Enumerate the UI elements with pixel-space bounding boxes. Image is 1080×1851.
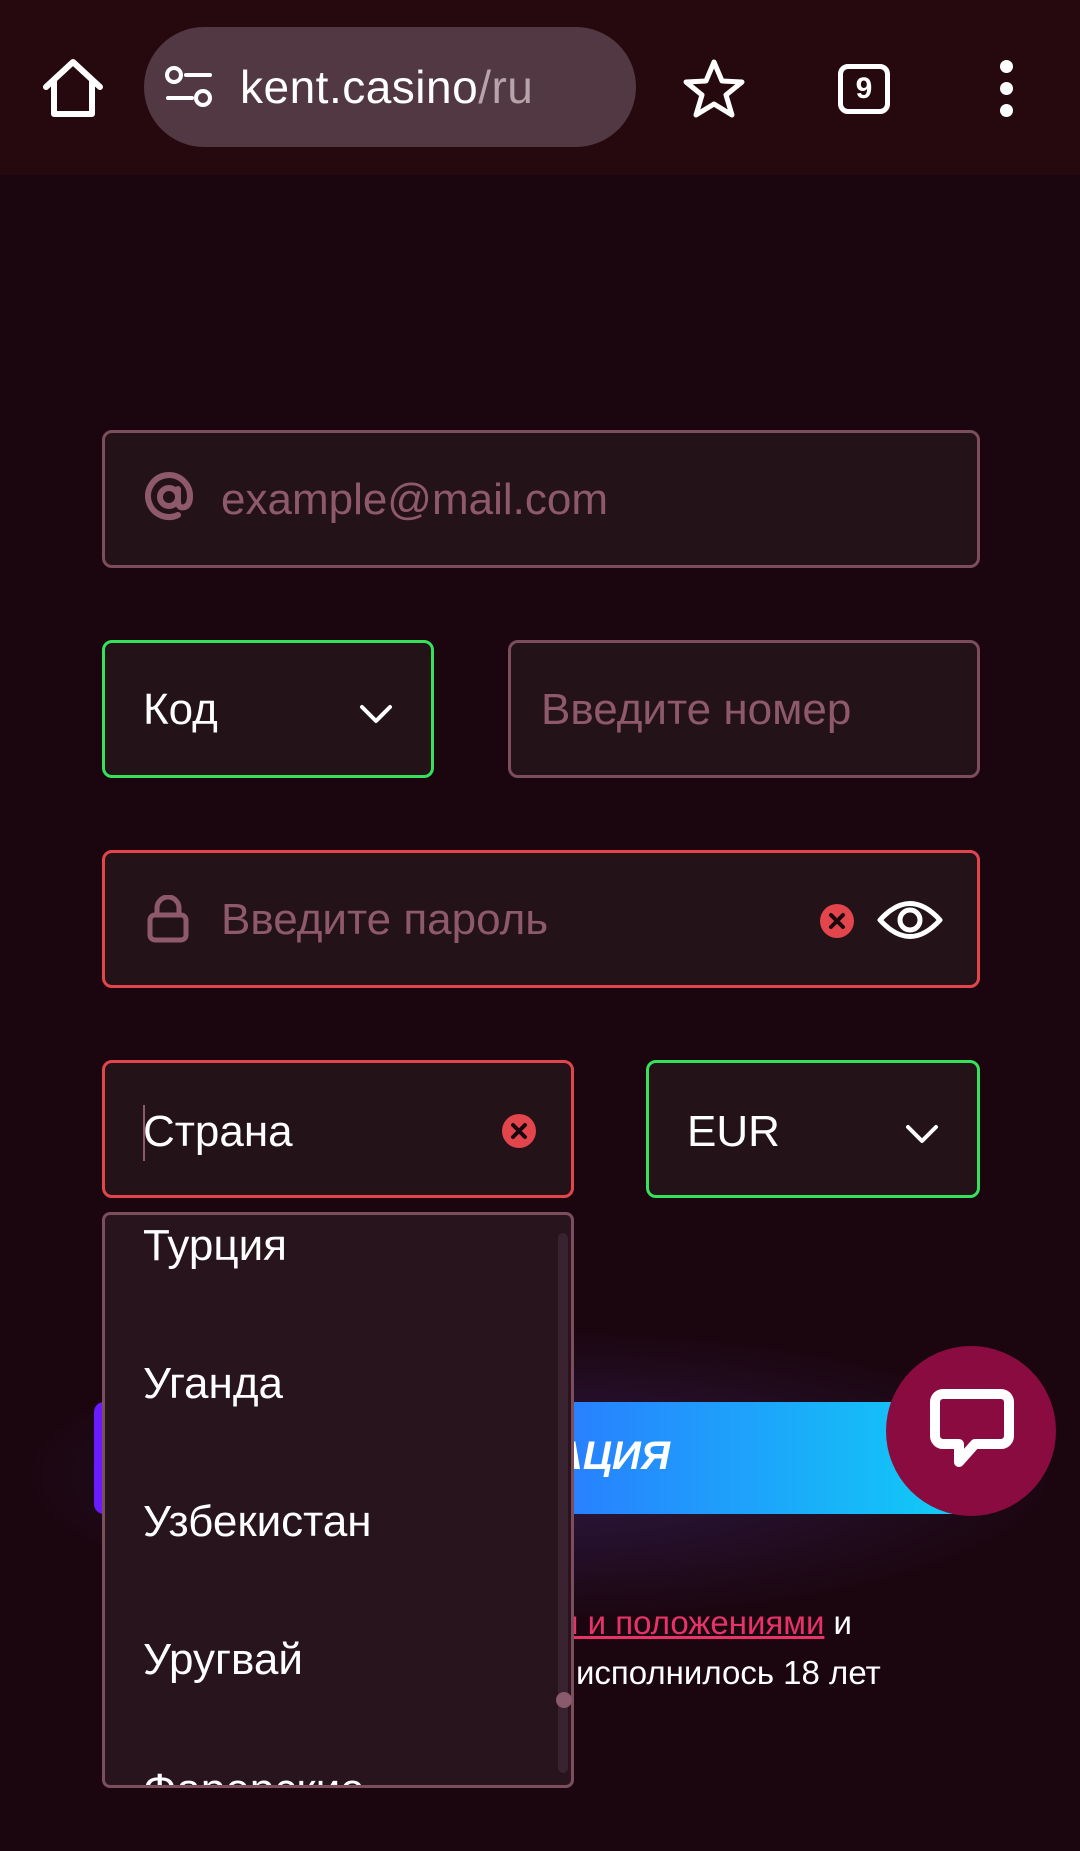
url-path: /ru: [478, 61, 534, 113]
tab-switcher-button[interactable]: 9: [838, 64, 890, 114]
country-option[interactable]: Турция: [143, 1221, 287, 1271]
currency-value: EUR: [687, 1107, 780, 1156]
at-sign-icon: [145, 471, 194, 528]
country-dropdown[interactable]: Турция Уганда Узбекистан Уругвай Фарерск…: [102, 1212, 574, 1788]
terms-text: и и положениями и: [560, 1604, 852, 1642]
chat-bubble-icon: [930, 1389, 1014, 1467]
scrollbar-thumb[interactable]: [556, 1692, 572, 1708]
password-placeholder: Введите пароль: [221, 895, 549, 944]
email-placeholder: example@mail.com: [221, 475, 608, 524]
live-chat-button[interactable]: [886, 1346, 1056, 1516]
phone-placeholder: Введите номер: [541, 685, 852, 734]
url-host: kent.casino: [240, 61, 479, 113]
clear-error-icon[interactable]: [819, 903, 855, 939]
phone-code-label: Код: [143, 685, 218, 734]
clear-country-icon[interactable]: [501, 1113, 537, 1149]
overflow-menu-icon[interactable]: [995, 60, 1019, 118]
phone-code-select[interactable]: Код: [102, 640, 434, 778]
country-value: Страна: [143, 1107, 293, 1156]
email-field[interactable]: example@mail.com: [102, 430, 980, 568]
currency-select[interactable]: EUR: [646, 1060, 980, 1198]
country-option[interactable]: Узбекистан: [143, 1497, 372, 1547]
country-input[interactable]: Страна: [102, 1060, 574, 1198]
chevron-down-icon: [360, 705, 392, 723]
password-field[interactable]: Введите пароль: [102, 850, 980, 988]
country-option[interactable]: Уругвай: [143, 1635, 303, 1685]
address-bar[interactable]: kent.casino/ru: [144, 27, 636, 147]
chevron-down-icon: [906, 1125, 938, 1143]
show-password-eye-icon[interactable]: [877, 895, 943, 950]
age-confirmation-text: исполнилось 18 лет: [576, 1654, 881, 1691]
country-option[interactable]: Фарерские: [143, 1765, 365, 1785]
home-icon[interactable]: [40, 55, 106, 121]
bookmark-star-icon[interactable]: [682, 58, 746, 120]
country-option[interactable]: Уганда: [143, 1359, 283, 1409]
url-text[interactable]: kent.casino/ru: [240, 27, 533, 147]
terms-after-link: и: [824, 1604, 852, 1641]
terms-link[interactable]: и и положениями: [560, 1604, 824, 1641]
site-settings-icon[interactable]: [164, 65, 214, 109]
phone-number-input[interactable]: Введите номер: [508, 640, 980, 778]
browser-toolbar: kent.casino/ru 9: [0, 0, 1080, 175]
lock-icon: [147, 894, 189, 948]
